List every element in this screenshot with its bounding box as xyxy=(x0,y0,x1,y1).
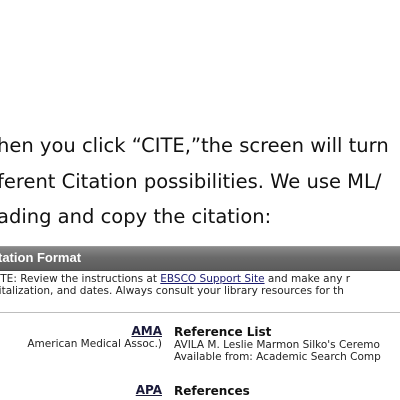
instruction-line-1: hen you click “CITE,”the screen will tur… xyxy=(0,134,389,157)
apa-citation: References xyxy=(174,384,250,398)
instruction-line-2: ferent Citation possibilities. We use ML… xyxy=(0,170,382,193)
ama-style-link[interactable]: AMA xyxy=(27,325,162,338)
ama-citation-line-1: AVILA M. Leslie Marmon Silko's Ceremo xyxy=(174,339,380,351)
apa-style-label: APA xyxy=(136,384,162,397)
ama-citation-line-2: Available from: Academic Search Comp xyxy=(174,351,381,363)
ama-citation: Reference List AVILA M. Leslie Marmon Si… xyxy=(174,325,381,363)
note-suffix: and make any r xyxy=(264,273,351,285)
note-line-2: pitalization, and dates. Always consult … xyxy=(0,285,344,297)
citation-note: OTE: Review the instructions at EBSCO Su… xyxy=(0,273,400,297)
ama-style-description: American Medical Assoc.) xyxy=(27,338,162,350)
apa-reference-heading: References xyxy=(174,384,250,398)
divider xyxy=(0,312,400,313)
panel-header: tation Format xyxy=(0,246,400,271)
instruction-line-3: ading and copy the citation: xyxy=(0,205,272,228)
ama-style-label: AMA American Medical Assoc.) xyxy=(27,325,162,351)
panel-title: tation Format xyxy=(0,250,82,265)
ama-reference-heading: Reference List xyxy=(174,325,272,339)
citation-format-panel: tation Format OTE: Review the instructio… xyxy=(0,246,400,400)
ebsco-support-link[interactable]: EBSCO Support Site xyxy=(160,273,264,285)
apa-style-link[interactable]: APA xyxy=(136,384,162,397)
note-prefix: OTE: Review the instructions at xyxy=(0,273,161,285)
